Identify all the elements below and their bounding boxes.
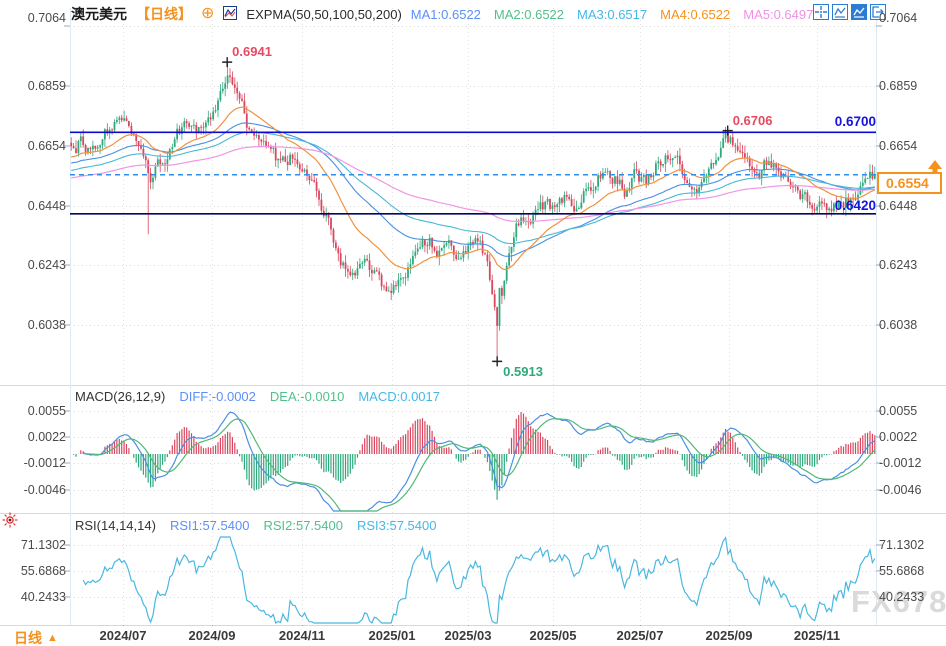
candles-up-wicks xyxy=(78,62,874,331)
x-axis-label: 2025/03 xyxy=(445,628,492,643)
y-axis-label: -0.0012 xyxy=(879,455,921,471)
x-axis-label: 2025/05 xyxy=(530,628,577,643)
rsi1-value: RSI1:57.5400 xyxy=(170,518,250,533)
crosshair-icon[interactable] xyxy=(813,4,829,20)
y-axis-label: 71.1302 xyxy=(879,537,924,553)
add-indicator-icon[interactable]: ⊕ xyxy=(201,7,214,21)
y-axis-label: 0.6038 xyxy=(0,317,66,333)
symbol-title: 澳元美元 xyxy=(71,4,127,24)
sun-icon[interactable] xyxy=(2,512,18,533)
ma-value-4: MA4:0.6522 xyxy=(660,7,730,22)
rsi-indicator-name: RSI(14,14,14) xyxy=(75,518,156,533)
y-axis-label: 0.6448 xyxy=(879,198,917,214)
period-selector-label: 日线 xyxy=(14,628,42,646)
swing-high-annotation: 0.6706 xyxy=(733,113,773,128)
macd-bars-negative xyxy=(74,454,832,500)
support-level-label: 0.6420 xyxy=(830,198,876,213)
y-axis-label: 0.6038 xyxy=(879,317,917,333)
y-axis-label: 0.0055 xyxy=(879,403,917,419)
y-axis-label: 0.6859 xyxy=(879,78,917,94)
chart-app-window: 澳元美元 【日线】 ⊕ EXPMA(50,50,100,50,200) MA1:… xyxy=(0,0,946,646)
rsi-line xyxy=(83,537,875,623)
resistance-level-label: 0.6700 xyxy=(830,114,876,129)
y-axis-label: 0.7064 xyxy=(0,10,66,26)
chart-type-icon[interactable] xyxy=(223,6,237,23)
y-axis-label: -0.0046 xyxy=(0,482,66,498)
y-axis-label: 40.2433 xyxy=(879,589,924,605)
y-axis-label: 0.6448 xyxy=(0,198,66,214)
y-axis-label: 71.1302 xyxy=(0,537,66,553)
x-axis-label: 2025/01 xyxy=(369,628,416,643)
ma-values-row: MA1:0.6522 MA2:0.6522 MA3:0.6517 MA4:0.6522… xyxy=(411,7,814,22)
x-axis-label: 2024/07 xyxy=(100,628,147,643)
ma-value-1: MA1:0.6522 xyxy=(411,7,481,22)
y-axis-label: 0.7064 xyxy=(879,10,917,26)
x-axis-label: 2025/11 xyxy=(794,628,840,643)
y-axis-label: 0.6654 xyxy=(0,138,66,154)
y-axis-label: 55.6868 xyxy=(0,563,66,579)
macd-macd-value: MACD:0.0017 xyxy=(358,389,440,404)
y-axis-label: 0.6654 xyxy=(879,138,917,154)
y-axis-label: 0.6243 xyxy=(879,257,917,273)
y-axis-label: 0.6859 xyxy=(0,78,66,94)
y-axis-label: 0.0055 xyxy=(0,403,66,419)
chart-header: 澳元美元 【日线】 ⊕ EXPMA(50,50,100,50,200) MA1:… xyxy=(71,4,813,24)
y-axis-label: 0.0022 xyxy=(879,429,917,445)
y-axis-label: 0.0022 xyxy=(0,429,66,445)
last-price-box: 0.6554 xyxy=(877,172,942,194)
y-axis-label: 0.6243 xyxy=(0,257,66,273)
macd-dea-value: DEA:-0.0010 xyxy=(270,389,344,404)
rsi-header: RSI(14,14,14) RSI1:57.5400 RSI2:57.5400 … xyxy=(75,518,436,533)
low-price-annotation: 0.5913 xyxy=(503,364,543,379)
indicator-name: EXPMA(50,50,100,50,200) xyxy=(246,7,401,22)
indicator-window-icon[interactable] xyxy=(832,4,848,20)
high-price-annotation: 0.6941 xyxy=(232,44,272,59)
macd-diff-value: DIFF:-0.0002 xyxy=(179,389,256,404)
y-axis-label: -0.0012 xyxy=(0,455,66,471)
rsi2-value: RSI2:57.5400 xyxy=(263,518,343,533)
x-axis-label: 2024/11 xyxy=(279,628,325,643)
period-tag[interactable]: 【日线】 xyxy=(136,4,192,24)
chart-style-icon-active[interactable] xyxy=(851,4,867,20)
triangle-up-icon: ▲ xyxy=(47,632,58,644)
x-axis-label: 2024/09 xyxy=(189,628,236,643)
y-axis-label: 55.6868 xyxy=(879,563,924,579)
ma-value-2: MA2:0.6522 xyxy=(494,7,564,22)
x-axis-label: 2025/09 xyxy=(706,628,753,643)
x-axis-label: 2025/07 xyxy=(617,628,664,643)
macd-indicator-name: MACD(26,12,9) xyxy=(75,389,165,404)
macd-header: MACD(26,12,9) DIFF:-0.0002 DEA:-0.0010 M… xyxy=(75,389,440,404)
rsi3-value: RSI3:57.5400 xyxy=(357,518,437,533)
y-axis-label: -0.0046 xyxy=(879,482,921,498)
period-selector-button[interactable]: 日线 ▲ xyxy=(14,628,58,646)
chart-canvas[interactable] xyxy=(0,0,946,646)
ma-value-3: MA3:0.6517 xyxy=(577,7,647,22)
ma-value-5: MA5:0.6497 xyxy=(743,7,813,22)
chart-toolbar xyxy=(813,4,886,20)
y-axis-label: 40.2433 xyxy=(0,589,66,605)
